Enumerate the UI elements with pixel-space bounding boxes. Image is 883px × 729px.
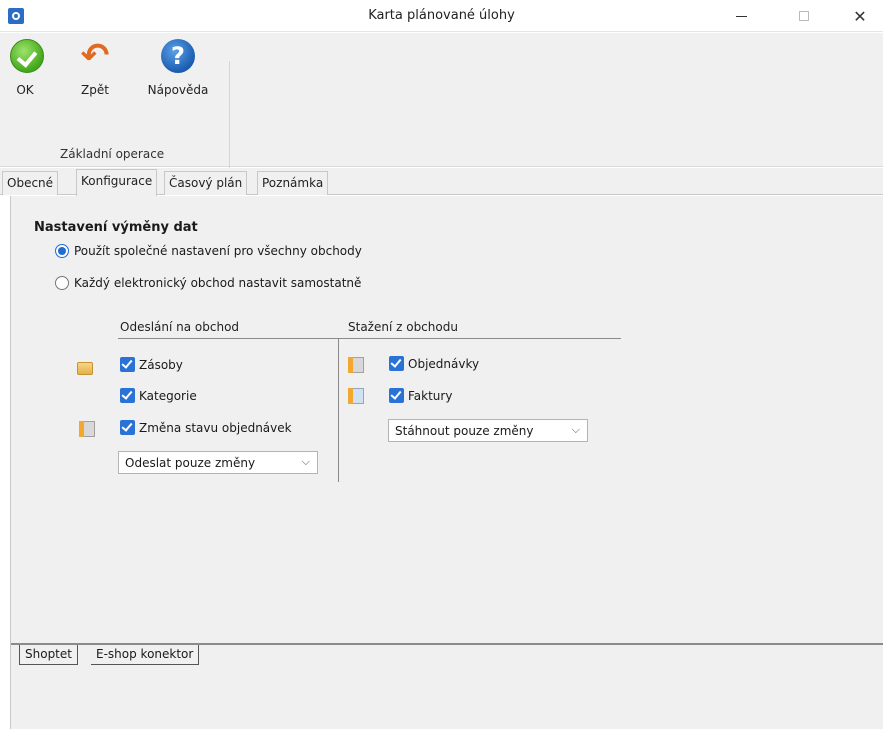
checkbox-checked-icon: [389, 356, 404, 371]
radio-separate-label: Každý elektronický obchod nastavit samos…: [74, 276, 362, 290]
checkbox-checked-icon: [389, 388, 404, 403]
radio-shared-label: Použít společné nastavení pro všechny ob…: [74, 244, 362, 258]
chevron-down-icon: ⌵: [301, 455, 310, 468]
download-header: Stažení z obchodu: [348, 320, 458, 334]
invoice-document-icon: [348, 388, 364, 404]
ribbon: OK ↶ Zpět ? Nápověda Základní operace: [0, 33, 883, 189]
help-label: Nápověda: [147, 83, 209, 97]
subtab-shoptet[interactable]: Shoptet: [19, 645, 78, 665]
download-mode-select[interactable]: Stáhnout pouze změny ⌵: [388, 419, 588, 442]
checkbox-checked-icon: [120, 357, 135, 372]
radio-selected-icon: [55, 244, 69, 258]
chevron-down-icon: ⌵: [571, 423, 580, 436]
tab-casovy-plan[interactable]: Časový plán: [164, 171, 248, 195]
tab-konfigurace[interactable]: Konfigurace: [76, 169, 158, 196]
undo-arrow-icon: ↶: [80, 36, 110, 76]
checkbox-checked-icon: [120, 388, 135, 403]
send-mode-select[interactable]: Odeslat pouze změny ⌵: [118, 451, 318, 474]
tab-poznamka[interactable]: Poznámka: [257, 171, 329, 195]
maximize-icon: [799, 11, 809, 21]
maximize-button[interactable]: [781, 0, 827, 32]
tab-obecne[interactable]: Obecné: [2, 171, 59, 195]
checkbox-faktury-label: Faktury: [408, 388, 453, 403]
subtab-eshop-konektor[interactable]: E-shop konektor: [91, 645, 200, 665]
download-mode-value: Stáhnout pouze změny: [395, 424, 534, 438]
section-title: Nastavení výměny dat: [34, 220, 198, 235]
radio-shared-settings[interactable]: Použít společné nastavení pro všechny ob…: [55, 244, 362, 258]
checkbox-zasoby[interactable]: Zásoby: [120, 357, 183, 372]
send-header-line: [118, 338, 338, 339]
tab-strip: Obecné Konfigurace Časový plán Poznámka: [0, 168, 883, 196]
column-divider: [338, 338, 339, 482]
minimize-button[interactable]: [718, 0, 764, 32]
radio-unselected-icon: [55, 276, 69, 290]
checkbox-objednavky-label: Objednávky: [408, 356, 480, 371]
checkbox-kategorie-label: Kategorie: [139, 388, 197, 403]
back-label: Zpět: [81, 83, 109, 97]
checkbox-zasoby-label: Zásoby: [139, 357, 183, 372]
radio-separate-settings[interactable]: Každý elektronický obchod nastavit samos…: [55, 276, 361, 290]
checkmark-icon: [10, 39, 44, 73]
checkbox-faktury[interactable]: Faktury: [389, 388, 452, 403]
send-mode-value: Odeslat pouze změny: [125, 456, 256, 470]
download-header-line: [338, 338, 621, 339]
send-header: Odeslání na obchod: [120, 320, 240, 334]
checkbox-zmena-stavu[interactable]: Změna stavu objednávek: [120, 420, 292, 435]
checkbox-kategorie[interactable]: Kategorie: [120, 388, 197, 403]
order-document-icon: [79, 421, 95, 437]
help-button[interactable]: ? Nápověda: [143, 39, 213, 97]
minimize-icon: [735, 15, 747, 17]
folder-icon: [77, 362, 93, 375]
title-bar: Karta plánované úlohy ✕: [0, 0, 883, 32]
checkbox-checked-icon: [120, 420, 135, 435]
orders-document-icon: [348, 357, 364, 373]
ok-button[interactable]: OK: [10, 39, 44, 97]
close-icon: ✕: [853, 6, 867, 26]
checkbox-zmena-stavu-label: Změna stavu objednávek: [139, 420, 292, 435]
help-icon: ?: [161, 39, 195, 73]
ribbon-group-label: Základní operace: [60, 147, 165, 161]
ok-label: OK: [16, 83, 34, 97]
back-button[interactable]: ↶ Zpět: [78, 39, 112, 97]
config-panel: Nastavení výměny dat Použít společné nas…: [10, 196, 883, 729]
checkbox-objednavky[interactable]: Objednávky: [389, 356, 479, 371]
close-button[interactable]: ✕: [837, 0, 883, 32]
